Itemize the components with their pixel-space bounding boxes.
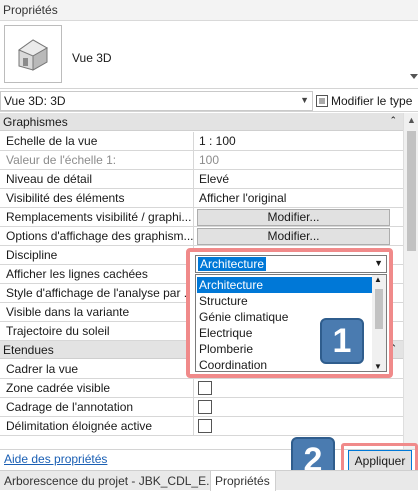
property-name: Zone cadrée visible [0, 379, 194, 397]
discipline-option-architecture[interactable]: Architecture [197, 277, 373, 293]
instance-selector-value: Vue 3D: 3D [4, 94, 66, 108]
property-row: Délimitation éloignée active [0, 417, 403, 436]
property-name: Cadrer la vue [0, 360, 194, 378]
section-graphics[interactable]: Graphismes ⌃ [0, 113, 403, 131]
discipline-combo[interactable]: Architecture ▼ [195, 255, 387, 273]
apply-button[interactable]: Appliquer [348, 450, 412, 472]
property-name: Niveau de détail [0, 170, 194, 188]
panel-title: Propriétés [0, 0, 418, 21]
discipline-list-scrollbar[interactable]: ▲ ▼ [372, 275, 386, 371]
detail-level-field[interactable]: Elevé [195, 170, 403, 188]
edit-type-button[interactable]: Modifier le type [316, 92, 412, 110]
type-name: Vue 3D [72, 51, 112, 65]
property-name: Cadrage de l'annotation [0, 398, 194, 416]
edit-type-icon [316, 95, 328, 107]
view-scale-field[interactable]: 1 : 100 [195, 132, 403, 150]
tab-project-browser[interactable]: Arborescence du projet - JBK_CDL_E... [0, 471, 210, 491]
scroll-up-icon[interactable]: ▲ [374, 275, 382, 284]
property-row: Remplacements visibilité / graphi... Mod… [0, 208, 403, 227]
property-grid-scrollbar[interactable]: ▲ [403, 113, 418, 449]
property-row: Niveau de détail Elevé [0, 170, 403, 189]
property-name: Valeur de l'échelle 1: [0, 151, 194, 169]
vg-overrides-edit-button[interactable]: Modifier... [197, 209, 390, 226]
instance-selector-row: Vue 3D: 3D ▼ Modifier le type [0, 90, 418, 112]
discipline-current-value: Architecture [198, 257, 267, 271]
property-row: Valeur de l'échelle 1: 100 [0, 151, 403, 170]
annotation-crop-checkbox[interactable] [198, 400, 212, 414]
scale-value-field: 100 [199, 153, 220, 167]
property-name: Délimitation éloignée active [0, 417, 194, 435]
type-selector[interactable]: Vue 3D [0, 21, 418, 89]
property-name: Options d'affichage des graphism... [0, 227, 194, 245]
property-name: Remplacements visibilité / graphi... [0, 208, 194, 226]
properties-help-link[interactable]: Aide des propriétés [4, 452, 107, 466]
crop-region-visible-checkbox[interactable] [198, 381, 212, 395]
property-name: Afficher les lignes cachées [0, 265, 194, 283]
graphic-display-edit-button[interactable]: Modifier... [197, 228, 390, 245]
chevron-down-icon: ▼ [300, 95, 309, 105]
chevron-down-icon: ▼ [374, 258, 383, 268]
property-name: Echelle de la vue [0, 132, 194, 150]
property-row: Options d'affichage des graphism... Modi… [0, 227, 403, 246]
section-graphics-label: Graphismes [3, 115, 68, 129]
callout-badge-1: 1 [320, 318, 364, 364]
type-scroll-arrow-icon[interactable] [410, 69, 418, 79]
panel-tabs: Arborescence du projet - JBK_CDL_E... Pr… [0, 470, 418, 491]
section-extents-label: Etendues [3, 343, 54, 357]
parts-visibility-field[interactable]: Afficher l'original [195, 189, 403, 207]
property-row: Visibilité des éléments Afficher l'origi… [0, 189, 403, 208]
scroll-down-icon[interactable]: ▼ [374, 362, 382, 371]
property-row: Echelle de la vue 1 : 100 [0, 132, 403, 151]
property-name: Trajectoire du soleil [0, 322, 194, 340]
far-clip-active-checkbox[interactable] [198, 419, 212, 433]
scroll-up-icon[interactable]: ▲ [407, 115, 416, 125]
scrollbar-thumb[interactable] [375, 289, 383, 329]
property-name: Visibilité des éléments [0, 189, 194, 207]
property-row: Zone cadrée visible [0, 379, 403, 398]
property-name: Visible dans la variante [0, 303, 194, 321]
property-name: Style d'affichage de l'analyse par ... [0, 284, 194, 302]
discipline-option-structure[interactable]: Structure [197, 293, 373, 309]
tab-properties[interactable]: Propriétés [210, 471, 276, 491]
house-3d-icon [4, 25, 62, 83]
instance-selector-combo[interactable]: Vue 3D: 3D ▼ [0, 91, 313, 111]
edit-type-label: Modifier le type [331, 94, 413, 108]
property-row: Cadrage de l'annotation [0, 398, 403, 417]
property-name: Discipline [0, 246, 194, 264]
scrollbar-thumb[interactable] [407, 131, 416, 251]
collapse-icon: ⌃ [389, 115, 397, 125]
